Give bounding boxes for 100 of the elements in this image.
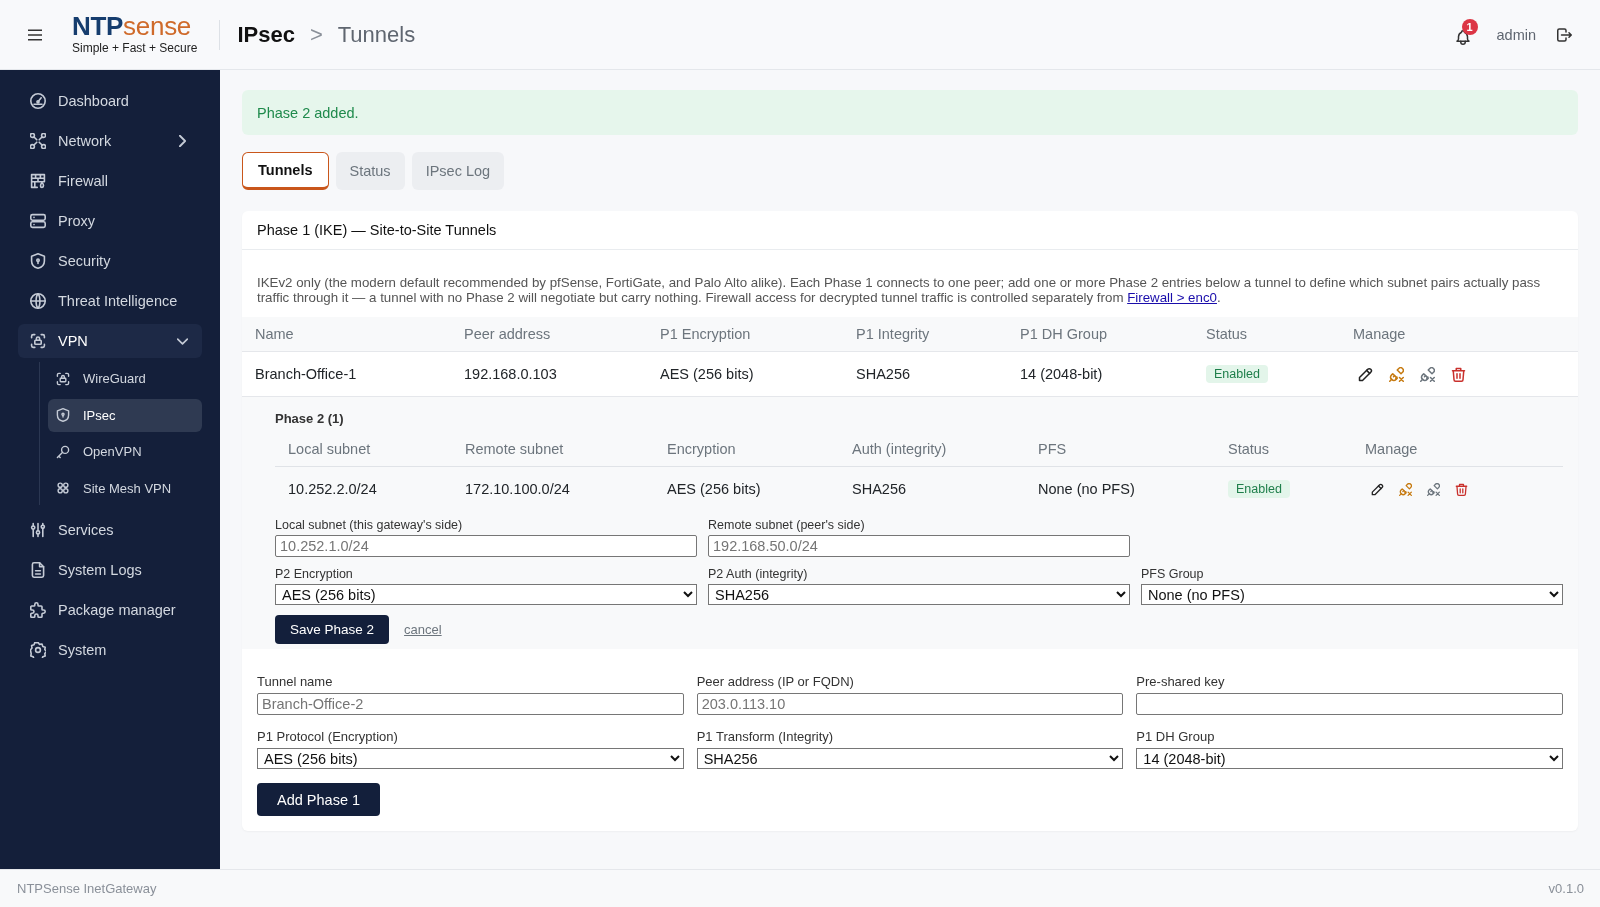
column-header: Status: [1215, 432, 1352, 467]
gauge-icon: [30, 93, 46, 109]
description-text: IKEv2 only (the modern default recommended by pfSense, FortiGate, and Palo Alto alike). Each Phase 1 connects to one peer; add one or more Phase 2 entries below a tunnel to define which subnet pairs actually pass traffic through it — a tunnel with no Phase 2 will negotiate but carry nothing. Firewall access for decrypted tunnel traffic is controlled separately from Firewall > enc0.: [256, 274, 1542, 307]
text-field[interactable]: 192.168.50.0/24: [708, 535, 1130, 557]
table-cell: SHA256: [839, 466, 1025, 511]
sidebar-subitem[interactable]: IPsec: [48, 398, 202, 432]
firewall-link[interactable]: Firewall > enc0: [1127, 290, 1217, 305]
column-header: Local subnet: [275, 432, 452, 467]
plug-x-icon[interactable]: [1420, 366, 1435, 382]
sidebar-item[interactable]: System Logs: [18, 552, 202, 587]
tab[interactable]: IPsec Log: [411, 152, 505, 190]
logo-wordmark: NTPsense: [72, 14, 192, 39]
logout-icon[interactable]: [1557, 27, 1572, 42]
sidebar-item[interactable]: Services: [18, 512, 202, 547]
shield-icon: [30, 253, 46, 269]
key-icon: [56, 444, 70, 459]
sidebar-item[interactable]: Threat Intelligence: [18, 284, 202, 318]
field-label: P1 Transform (Integrity): [696, 729, 835, 744]
sliders-icon: [30, 521, 46, 538]
chevron-down-icon: [177, 337, 188, 345]
plug-icon[interactable]: [1389, 366, 1404, 382]
dropdown[interactable]: SHA256: [696, 748, 1124, 769]
dropdown[interactable]: AES (256 bits): [275, 584, 697, 605]
chevron-right-icon: [179, 135, 186, 147]
breadcrumb-link[interactable]: IPsec: [237, 21, 295, 48]
field-label: PFS Group: [1141, 567, 1205, 581]
text-field[interactable]: 203.0.113.10: [696, 693, 1124, 715]
column-header: Peer address: [451, 317, 647, 352]
section-title: Phase 2 (1): [275, 411, 345, 426]
table-cell: AES (256 bits): [654, 466, 839, 511]
column-header: Manage: [1352, 432, 1563, 467]
column-header: Name: [242, 317, 451, 352]
field-label: P2 Auth (integrity): [708, 567, 809, 581]
trash-icon[interactable]: [1451, 366, 1466, 382]
column-header: Remote subnet: [452, 432, 654, 467]
plug-icon[interactable]: [1399, 482, 1412, 496]
brick-wall-icon: [30, 173, 46, 189]
add-button[interactable]: Add Phase 1: [257, 783, 381, 816]
field-label: Pre-shared key: [1136, 674, 1226, 689]
sidebar-item[interactable]: Package manager: [18, 592, 202, 627]
column-header: P1 DH Group: [1007, 317, 1193, 352]
sidebar-item[interactable]: VPN: [18, 324, 202, 358]
gear-icon: [30, 641, 46, 658]
breadcrumb-separator: >: [309, 21, 323, 48]
puzzle-icon: [30, 601, 46, 618]
column-header: PFS: [1025, 432, 1215, 467]
sidebar-item[interactable]: Proxy: [18, 204, 202, 238]
column-header: P1 Encryption: [647, 317, 843, 352]
document-icon: [30, 561, 46, 578]
tab[interactable]: Tunnels: [242, 152, 329, 190]
pencil-icon[interactable]: [1358, 366, 1373, 382]
save-button[interactable]: Save Phase 2: [275, 615, 390, 644]
menu-icon[interactable]: [28, 28, 42, 41]
plug-x-icon[interactable]: [1427, 482, 1440, 496]
sidebar-item[interactable]: System: [18, 632, 202, 667]
dropdown[interactable]: AES (256 bits): [257, 748, 684, 769]
text-field[interactable]: Branch-Office-2: [257, 693, 684, 715]
table-cell: Branch-Office-1: [242, 351, 451, 397]
dropdown[interactable]: SHA256: [708, 584, 1130, 605]
dropdown[interactable]: 14 (2048-bit): [1136, 748, 1563, 769]
trash-icon[interactable]: [1455, 482, 1468, 496]
text-field[interactable]: 10.252.1.0/24: [275, 535, 697, 557]
footer-text: NTPSense InetGateway: [17, 881, 157, 896]
shield-icon: [56, 408, 70, 422]
success-alert: Phase 2 added.: [242, 90, 1578, 135]
sidebar-item[interactable]: Dashboard: [18, 84, 202, 118]
table-cell: 192.168.0.103: [451, 351, 647, 397]
dropdown[interactable]: None (no PFS): [1141, 584, 1563, 605]
card-title: Phase 1 (IKE) — Site-to-Site Tunnels: [257, 222, 497, 238]
sidebar-subitem[interactable]: Site Mesh VPN: [48, 471, 202, 505]
column-header: Auth (integrity): [839, 432, 1025, 467]
cancel-link[interactable]: cancel: [404, 622, 442, 637]
field-label: Peer address (IP or FQDN): [696, 674, 855, 689]
tab[interactable]: Status: [335, 152, 405, 190]
field-label: Local subnet (this gateway's side): [275, 518, 464, 532]
sidebar-item[interactable]: Firewall: [18, 164, 202, 198]
sidebar-subitem[interactable]: WireGuard: [48, 362, 202, 395]
status-badge: Enabled: [1228, 480, 1290, 498]
sidebar-item[interactable]: Network: [18, 124, 202, 158]
column-header: Encryption: [654, 432, 839, 467]
table-cell: None (no PFS): [1025, 466, 1215, 511]
sidebar-item[interactable]: Security: [18, 244, 202, 278]
notification-badge: 1: [1461, 18, 1478, 35]
network-nodes-icon: [30, 133, 46, 149]
version-label: v0.1.0: [1548, 881, 1584, 896]
bell-icon[interactable]: [1455, 29, 1470, 45]
table-cell: AES (256 bits): [647, 351, 843, 397]
pencil-icon[interactable]: [1371, 482, 1384, 496]
field-label: Remote subnet (peer's side): [708, 518, 866, 532]
lock-icon: [30, 333, 46, 349]
field-label: Tunnel name: [257, 674, 334, 689]
text-field[interactable]: [1136, 693, 1563, 715]
status-badge: Enabled: [1206, 365, 1268, 383]
lock-icon: [56, 371, 70, 386]
field-label: P2 Encryption: [275, 567, 354, 581]
server-icon: [30, 213, 46, 229]
table-cell: 172.10.100.0/24: [452, 466, 654, 511]
user-name[interactable]: admin: [1496, 26, 1536, 43]
sidebar-subitem[interactable]: OpenVPN: [48, 435, 202, 468]
table-cell: 10.252.2.0/24: [275, 466, 452, 511]
